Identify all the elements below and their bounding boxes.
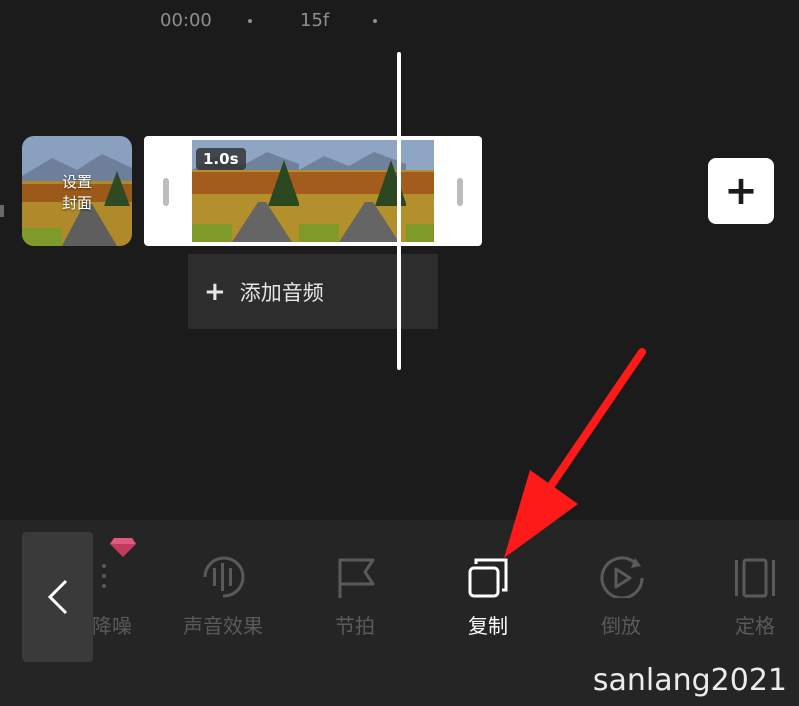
watermark: sanlang2021 <box>592 663 787 698</box>
annotation-arrow <box>504 348 646 558</box>
